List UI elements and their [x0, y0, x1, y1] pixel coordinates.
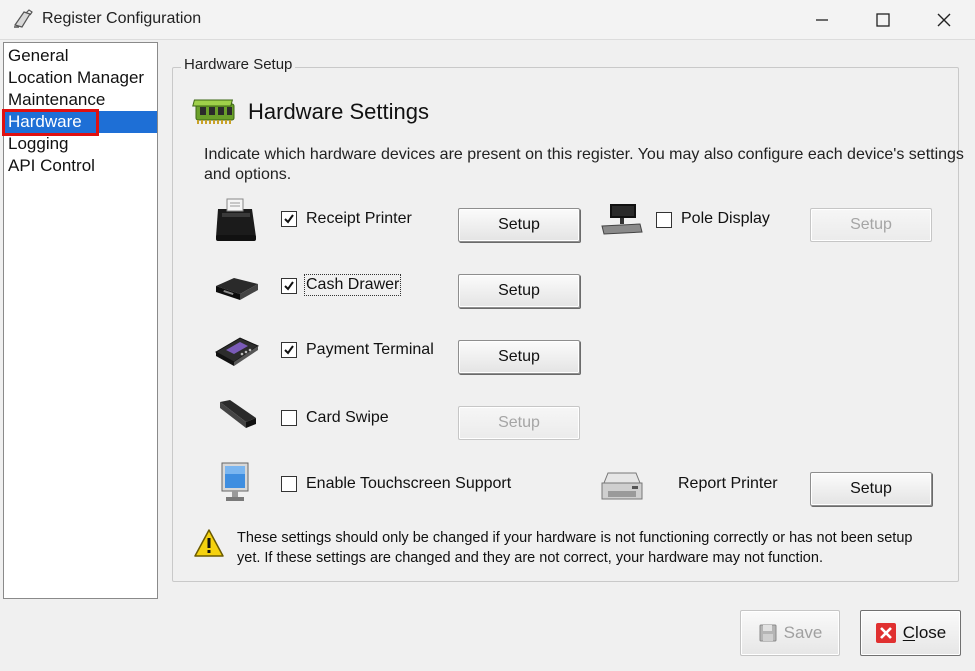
maximize-icon	[876, 13, 890, 27]
floppy-disk-icon	[759, 624, 777, 642]
payment-terminal-setup-button[interactable]: Setup	[458, 340, 580, 374]
sidebar-nav: General Location Manager Maintenance Har…	[2, 42, 158, 599]
card-swipe-label: Card Swipe	[306, 409, 389, 426]
memory-module-icon	[192, 99, 235, 124]
sidebar-item-logging[interactable]: Logging	[4, 133, 157, 155]
monitor-icon	[221, 462, 249, 501]
pole-display-icon	[601, 204, 643, 235]
touchscreen-label: Enable Touchscreen Support	[306, 475, 512, 492]
card-swipe-setup-button[interactable]: Setup	[458, 406, 580, 440]
payment-terminal-icon	[214, 337, 260, 366]
description-text: Indicate which hardware devices are pres…	[204, 146, 964, 183]
checkmark-icon	[284, 214, 294, 224]
receipt-printer-icon	[216, 198, 256, 241]
pole-display-checkbox[interactable]	[656, 212, 672, 228]
payment-terminal-checkbox[interactable]	[281, 342, 297, 358]
sidebar-item-api-control[interactable]: API Control	[4, 155, 157, 177]
cash-drawer-checkbox[interactable]	[281, 278, 297, 294]
minimize-icon	[816, 19, 828, 21]
pole-display-label: Pole Display	[681, 210, 770, 227]
save-label: Save	[783, 623, 823, 642]
cash-drawer-icon	[216, 278, 258, 300]
close-icon	[937, 13, 951, 27]
checkmark-icon	[284, 281, 294, 291]
maximize-button[interactable]	[852, 0, 914, 40]
sidebar-item-hardware[interactable]: Hardware	[4, 111, 157, 133]
payment-terminal-label: Payment Terminal	[306, 341, 434, 358]
close-icon	[875, 623, 896, 643]
group-label: Hardware Setup	[181, 56, 296, 73]
window-title: Register Configuration	[42, 10, 202, 27]
warning-icon	[194, 529, 224, 557]
receipt-printer-checkbox[interactable]	[281, 211, 297, 227]
sidebar-item-location-manager[interactable]: Location Manager	[4, 67, 157, 89]
cash-drawer-setup-button[interactable]: Setup	[458, 274, 580, 308]
cash-drawer-label: Cash Drawer	[303, 274, 402, 296]
report-printer-setup-button[interactable]: Setup	[810, 472, 932, 506]
minimize-button[interactable]	[791, 0, 853, 40]
warning-text: These settings should only be changed if…	[237, 530, 913, 566]
receipt-printer-setup-button[interactable]: Setup	[458, 208, 580, 242]
save-button[interactable]: Save	[740, 610, 840, 656]
title-bar: Register Configuration	[0, 0, 975, 40]
receipt-printer-label: Receipt Printer	[306, 210, 412, 227]
report-printer-label: Report Printer	[678, 475, 778, 492]
report-printer-icon	[601, 472, 643, 500]
app-icon	[14, 9, 33, 28]
card-swipe-icon	[220, 400, 256, 428]
section-title: Hardware Settings	[248, 99, 429, 124]
touchscreen-checkbox[interactable]	[281, 476, 297, 492]
window-close-button[interactable]	[913, 0, 975, 40]
pole-display-setup-button[interactable]: Setup	[810, 208, 932, 242]
close-label: Close	[902, 623, 947, 642]
sidebar-item-general[interactable]: General	[4, 45, 157, 67]
checkmark-icon	[284, 345, 294, 355]
close-button[interactable]: Close	[860, 610, 961, 656]
card-swipe-checkbox[interactable]	[281, 410, 297, 426]
sidebar-item-maintenance[interactable]: Maintenance	[4, 89, 157, 111]
